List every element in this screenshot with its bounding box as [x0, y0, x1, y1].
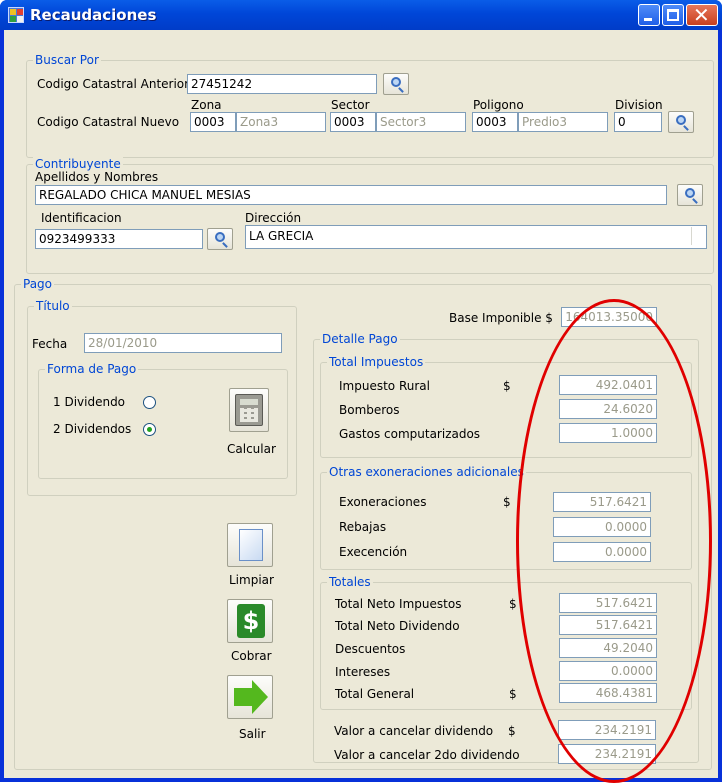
total-general-label: Total General	[335, 687, 415, 701]
anterior-input[interactable]: 27451242	[187, 74, 377, 94]
close-icon: ✕	[693, 3, 710, 27]
direccion-scroll-icon[interactable]	[691, 227, 703, 245]
poligono-label: Poligono	[473, 98, 524, 112]
window-title: Recaudaciones	[30, 6, 157, 24]
base-imponible-label: Base Imponible $	[449, 311, 553, 325]
option-1-dividendo-radio[interactable]	[143, 396, 156, 409]
calcular-label: Calcular	[227, 442, 276, 456]
titulo-group-title: Título	[34, 299, 72, 313]
search-icon	[676, 115, 686, 125]
cancelar-dividendo-currency: $	[508, 724, 516, 738]
close-button[interactable]: ✕	[686, 3, 718, 27]
arrow-right-icon	[234, 688, 254, 706]
calcular-button[interactable]	[229, 388, 269, 432]
descuentos-label: Descuentos	[335, 642, 406, 656]
search-icon	[391, 77, 401, 87]
forma-pago-group-title: Forma de Pago	[45, 362, 139, 376]
dollar-icon: $	[237, 604, 265, 638]
search-identificacion-button[interactable]	[207, 228, 233, 250]
cobrar-label: Cobrar	[231, 649, 272, 663]
titulo-group: Título Fecha 28/01/2010 Forma de Pago 1 …	[27, 299, 297, 496]
cancelar-2do-label: Valor a cancelar 2do dividendo	[334, 748, 520, 762]
fecha-label: Fecha	[32, 337, 68, 351]
pago-group-title: Pago	[21, 277, 55, 291]
minimize-button[interactable]	[638, 4, 660, 26]
rebajas-label: Rebajas	[339, 520, 387, 534]
title-bar[interactable]: Recaudaciones ✕	[0, 0, 722, 30]
detalle-pago-title: Detalle Pago	[320, 332, 400, 346]
direccion-input[interactable]: LA GRECIA	[245, 225, 707, 249]
document-icon	[239, 529, 263, 561]
exoneraciones-label: Exoneraciones	[339, 495, 427, 509]
zona-name-field: Zona3	[236, 112, 326, 132]
nombres-input[interactable]: REGALADO CHICA MANUEL MESIAS	[35, 185, 667, 205]
sector-label: Sector	[331, 98, 370, 112]
option-1-dividendo-label: 1 Dividendo	[53, 395, 126, 409]
gastos-label: Gastos computarizados	[339, 427, 481, 441]
identificacion-label: Identificacion	[41, 211, 122, 225]
identificacion-input[interactable]: 0923499333	[35, 229, 203, 249]
impuesto-rural-currency: $	[503, 379, 511, 393]
red-annotation-ellipse	[516, 299, 712, 783]
search-codigo-nuevo-button[interactable]	[668, 111, 694, 133]
calculator-icon	[235, 394, 263, 426]
intereses-label: Intereses	[335, 665, 391, 679]
totales-title: Totales	[327, 575, 373, 589]
forma-pago-group: Forma de Pago 1 Dividendo 2 Dividendos C…	[38, 362, 288, 479]
neto-impuestos-currency: $	[509, 597, 517, 611]
anterior-label: Codigo Catastral Anterior	[37, 77, 190, 91]
direccion-label: Dirección	[245, 211, 302, 225]
minimize-icon	[644, 18, 652, 21]
buscar-group-title: Buscar Por	[33, 53, 101, 67]
buscar-group: Buscar Por Codigo Catastral Anterior 274…	[26, 53, 714, 158]
limpiar-button[interactable]	[227, 523, 273, 567]
impuesto-rural-label: Impuesto Rural	[339, 379, 430, 393]
poligono-name-field: Predio3	[518, 112, 608, 132]
arrow-right-icon-head	[252, 680, 268, 714]
sector-input[interactable]: 0003	[330, 112, 376, 132]
total-general-currency: $	[509, 687, 517, 701]
bomberos-label: Bomberos	[339, 403, 400, 417]
neto-dividendo-label: Total Neto Dividendo	[335, 619, 460, 633]
division-input[interactable]: 0	[614, 112, 662, 132]
maximize-button[interactable]	[662, 4, 684, 26]
salir-button[interactable]	[227, 675, 273, 719]
sector-name-field: Sector3	[376, 112, 466, 132]
salir-label: Salir	[239, 727, 266, 741]
maximize-icon	[667, 9, 679, 21]
poligono-input[interactable]: 0003	[472, 112, 518, 132]
limpiar-label: Limpiar	[229, 573, 274, 587]
nuevo-label: Codigo Catastral Nuevo	[37, 115, 180, 129]
search-contribuyente-button[interactable]	[677, 184, 703, 206]
cancelar-dividendo-label: Valor a cancelar dividendo	[334, 724, 494, 738]
exoneraciones-currency: $	[503, 495, 511, 509]
nombres-label: Apellidos y Nombres	[35, 170, 159, 184]
division-label: Division	[615, 98, 663, 112]
execencion-label: Execención	[339, 545, 408, 559]
contribuyente-group: Contribuyente Apellidos y Nombres REGALA…	[26, 157, 714, 274]
neto-impuestos-label: Total Neto Impuestos	[335, 597, 462, 611]
zona-input[interactable]: 0003	[190, 112, 236, 132]
fecha-field: 28/01/2010	[84, 333, 282, 353]
search-anterior-button[interactable]	[383, 73, 409, 95]
contribuyente-group-title: Contribuyente	[33, 157, 123, 171]
option-2-dividendos-label: 2 Dividendos	[53, 422, 132, 436]
otras-exoneraciones-title: Otras exoneraciones adicionales	[327, 465, 526, 479]
app-icon	[8, 7, 24, 23]
cobrar-button[interactable]: $	[227, 599, 273, 643]
search-icon	[685, 188, 695, 198]
zona-label: Zona	[191, 98, 222, 112]
option-2-dividendos-radio[interactable]	[143, 423, 156, 436]
search-icon	[215, 232, 225, 242]
total-impuestos-title: Total Impuestos	[327, 355, 426, 369]
